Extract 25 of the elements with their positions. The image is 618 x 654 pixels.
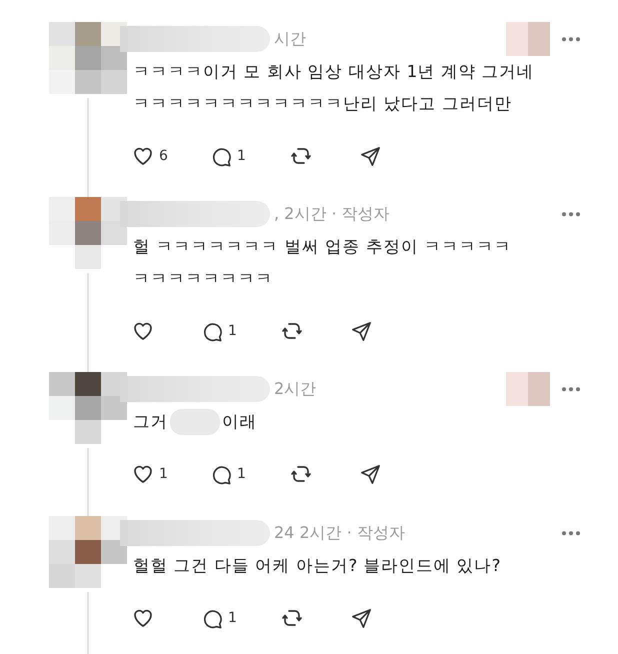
- timestamp: 24 2시간 · 작성자: [274, 522, 405, 544]
- send-icon: [359, 144, 382, 168]
- comment-text: ㅋㅋㅋㅋ이거 모 회사 임상 대상자 1년 계약 그거네: [132, 61, 536, 83]
- reply-button[interactable]: 1: [210, 462, 289, 486]
- reply-button[interactable]: 1: [201, 606, 280, 630]
- send-icon: [359, 462, 382, 486]
- more-icon: [562, 37, 580, 42]
- timestamp: , 2시간 · 작성자: [274, 203, 390, 225]
- timestamp: 2시간: [274, 378, 316, 400]
- reply-button[interactable]: 1: [201, 320, 280, 342]
- more-icon: [562, 212, 580, 217]
- more-icon: [562, 531, 580, 536]
- comment-text: ㅋㅋㅋㅋㅋㅋㅋㅋ: [132, 268, 274, 290]
- comment-text: 헐헐 그건 다들 어케 아는거? 블라인드에 있나?: [132, 555, 502, 577]
- send-icon: [350, 320, 373, 342]
- comment-text: 헐 ㅋㅋㅋㅋㅋㅋㅋ 벌써 업종 추정이 ㅋㅋㅋㅋㅋ: [132, 236, 513, 258]
- send-icon: [350, 606, 373, 630]
- reply-button[interactable]: 1: [210, 144, 289, 168]
- timestamp: 시간: [274, 28, 306, 50]
- comment-text: 그거: [133, 411, 168, 433]
- comment-text: 이래: [222, 411, 257, 433]
- more-icon: [562, 387, 580, 392]
- comment-text: ㅋㅋㅋㅋㅋㅋㅋㅋㅋㅋㅋㅋ난리 났다고 그러더만: [132, 93, 513, 115]
- like-button[interactable]: 1: [131, 462, 210, 486]
- like-button[interactable]: 6: [131, 144, 210, 168]
